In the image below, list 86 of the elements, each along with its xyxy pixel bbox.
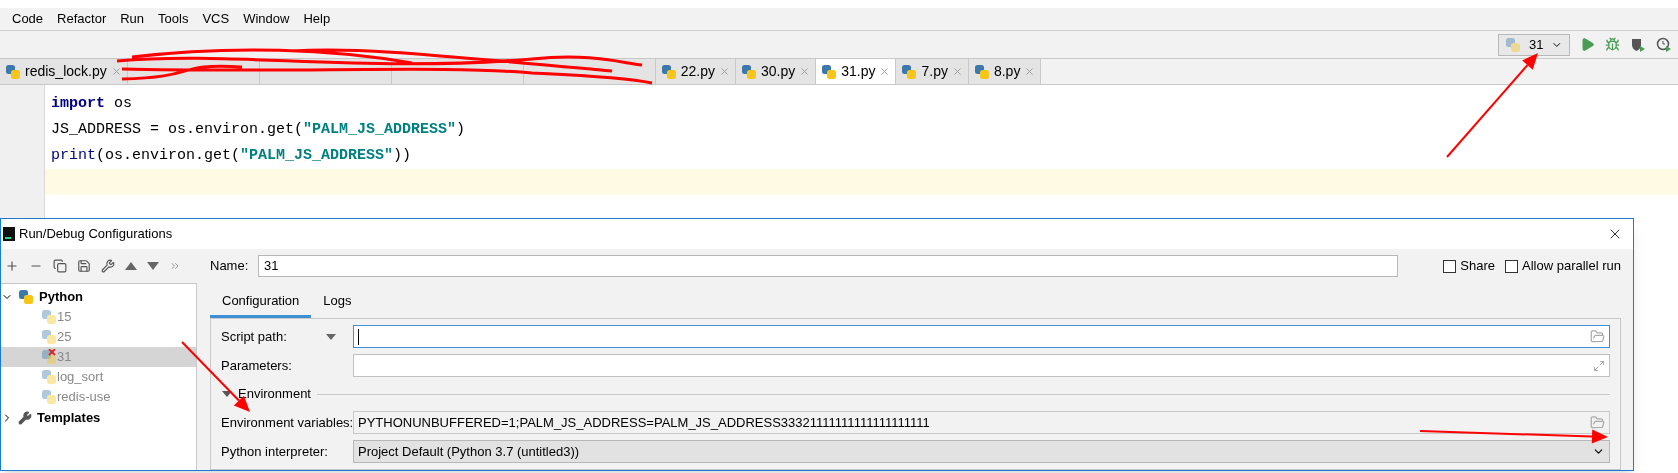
tree-item-label: 31 bbox=[57, 348, 72, 367]
python-icon bbox=[5, 63, 21, 80]
menu-item[interactable]: Refactor bbox=[57, 9, 107, 29]
name-field[interactable]: 31 bbox=[258, 255, 1398, 277]
checkbox[interactable] bbox=[1443, 259, 1457, 273]
python-icon bbox=[41, 369, 57, 385]
field-label: Script path: bbox=[221, 327, 288, 346]
editor-tab[interactable]: 22.py bbox=[655, 59, 736, 84]
expand-icon[interactable] bbox=[1593, 359, 1605, 372]
add-icon[interactable] bbox=[5, 259, 19, 273]
python-icon bbox=[41, 389, 57, 405]
menu-item[interactable]: Window bbox=[243, 9, 290, 29]
code-line: import os bbox=[50, 93, 134, 114]
python-icon bbox=[18, 288, 34, 305]
tree-item-label: log_sort bbox=[57, 368, 104, 387]
field-value: PYTHONUNBUFFERED=1;PALM_JS_ADDRESS=PALM_JS_ADDRESS33321111111111111111111 bbox=[358, 413, 931, 432]
python-icon bbox=[41, 329, 57, 345]
tab-label: redis_lock.py bbox=[25, 62, 107, 81]
tab[interactable]: Logs bbox=[311, 286, 364, 318]
checkbox-label: Allow parallel run bbox=[1522, 257, 1621, 276]
checkbox-label: Share bbox=[1460, 257, 1495, 276]
env-vars-field[interactable]: PYTHONUNBUFFERED=1;PALM_JS_ADDRESS=PALM_JS_ADDRESS33321111111111111111111 bbox=[353, 411, 1610, 434]
editor-tab[interactable]: 7.py bbox=[896, 59, 969, 84]
tab[interactable]: Configuration bbox=[210, 286, 312, 318]
tab-label: 30.py bbox=[760, 62, 796, 81]
python-icon bbox=[740, 63, 757, 80]
section-heading: Environment bbox=[238, 385, 311, 404]
tab-label: 8.py bbox=[993, 62, 1021, 81]
bug-icon[interactable] bbox=[1605, 37, 1620, 52]
menu-item[interactable]: Tools bbox=[158, 9, 189, 29]
tree-item-label: 25 bbox=[57, 328, 72, 347]
editor-tab[interactable]: 8.py bbox=[968, 59, 1042, 84]
app-icon bbox=[3, 227, 15, 241]
python-icon bbox=[660, 63, 677, 80]
wrench-icon[interactable] bbox=[101, 259, 115, 273]
tree-item[interactable]: Python bbox=[39, 286, 84, 307]
parameters-field[interactable] bbox=[353, 354, 1610, 377]
more-icon[interactable] bbox=[169, 260, 181, 272]
menu-item[interactable]: Help bbox=[303, 9, 331, 29]
python-icon bbox=[973, 63, 990, 80]
field-value: Project Default (Python 3.7 (untitled3)) bbox=[358, 442, 581, 461]
script-path-field[interactable] bbox=[353, 325, 1610, 348]
field-label: Python interpreter: bbox=[221, 442, 329, 461]
tree-row[interactable]: 15 bbox=[1, 307, 196, 327]
run-config-label: 31 bbox=[1529, 35, 1544, 54]
save-icon[interactable] bbox=[77, 259, 91, 273]
tree-row[interactable]: log_sort bbox=[1, 367, 196, 387]
dropdown-icon[interactable] bbox=[326, 333, 336, 340]
collapse-icon[interactable] bbox=[222, 391, 232, 397]
menu-item[interactable]: Run bbox=[120, 9, 145, 29]
tree-item-label: 15 bbox=[57, 308, 72, 327]
move-down-icon[interactable] bbox=[147, 262, 159, 270]
editor-tab[interactable]: 30.py bbox=[735, 59, 817, 84]
text-cursor bbox=[358, 328, 359, 345]
editor-tab[interactable]: 31.py bbox=[816, 59, 897, 84]
python-icon bbox=[1505, 36, 1521, 53]
tree-row[interactable]: 25 bbox=[1, 327, 196, 347]
field-label: Parameters: bbox=[221, 356, 293, 375]
wrench-icon bbox=[18, 410, 32, 425]
tree-row[interactable]: redis-use bbox=[1, 387, 196, 407]
interpreter-dropdown[interactable]: Project Default (Python 3.7 (untitled3)) bbox=[353, 440, 1610, 463]
copy-icon[interactable] bbox=[53, 259, 67, 273]
tab-label: 7.py bbox=[921, 62, 948, 81]
shield-icon[interactable] bbox=[1630, 36, 1646, 53]
code-line: print(os.environ.get("PALM_JS_ADDRESS")) bbox=[50, 145, 413, 166]
python-icon bbox=[41, 309, 57, 325]
name-label: Name: bbox=[210, 257, 250, 276]
tab-label: 22.py bbox=[680, 62, 715, 81]
code-line: JS_ADDRESS = os.environ.get("PALM_JS_ADDRESS") bbox=[50, 119, 467, 140]
move-up-icon[interactable] bbox=[125, 262, 137, 270]
menu-item[interactable]: VCS bbox=[202, 9, 230, 29]
run-config-dropdown[interactable]: 31 bbox=[1498, 33, 1570, 56]
tab-label: 31.py bbox=[841, 62, 876, 81]
tree-item[interactable]: Templates bbox=[37, 407, 101, 428]
profiler-icon[interactable] bbox=[1656, 36, 1672, 53]
folder-icon[interactable] bbox=[1590, 329, 1605, 344]
folder-icon[interactable] bbox=[1590, 415, 1605, 430]
checkbox[interactable] bbox=[1505, 259, 1518, 273]
field-label: Environment variables: bbox=[221, 413, 353, 432]
python-icon bbox=[901, 63, 918, 80]
tree-item-label: redis-use bbox=[57, 388, 111, 407]
dialog-title: Run/Debug Configurations bbox=[19, 225, 173, 244]
python-icon bbox=[821, 63, 838, 80]
menu-item[interactable]: Code bbox=[12, 9, 44, 29]
editor-tab[interactable]: redis_lock.py bbox=[0, 59, 128, 84]
run-icon[interactable] bbox=[1580, 37, 1595, 52]
